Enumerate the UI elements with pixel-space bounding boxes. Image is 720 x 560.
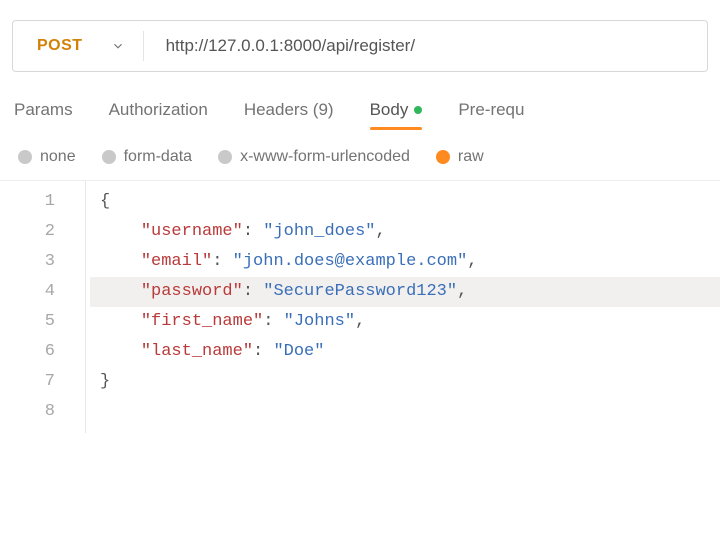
body-type-none[interactable]: none <box>18 148 76 166</box>
code-line: { <box>90 187 720 217</box>
body-type-form-data-label: form-data <box>124 148 192 166</box>
line-number: 1 <box>0 187 65 217</box>
http-method-select[interactable]: POST <box>13 21 143 71</box>
code-line: "last_name": "Doe" <box>90 337 720 367</box>
line-number: 2 <box>0 217 65 247</box>
radio-dot-icon <box>18 150 32 164</box>
code-editor[interactable]: 1 2 3 4 5 6 7 8 { "username": "john_does… <box>0 180 720 433</box>
radio-dot-icon <box>436 150 450 164</box>
body-type-urlencoded-label: x-www-form-urlencoded <box>240 148 410 166</box>
line-number: 6 <box>0 337 65 367</box>
tab-body[interactable]: Body <box>370 100 423 130</box>
tab-prerequest[interactable]: Pre-requ <box>458 100 524 130</box>
code-line <box>90 397 720 427</box>
line-number: 4 <box>0 277 65 307</box>
line-number: 8 <box>0 397 65 427</box>
code-line: "password": "SecurePassword123", <box>90 277 720 307</box>
tab-headers[interactable]: Headers (9) <box>244 100 334 130</box>
body-type-urlencoded[interactable]: x-www-form-urlencoded <box>218 148 410 166</box>
body-active-dot-icon <box>414 106 422 114</box>
tab-authorization[interactable]: Authorization <box>109 100 208 130</box>
line-number: 5 <box>0 307 65 337</box>
code-line: "first_name": "Johns", <box>90 307 720 337</box>
radio-dot-icon <box>218 150 232 164</box>
body-type-radios: none form-data x-www-form-urlencoded raw <box>0 130 720 180</box>
tab-body-label: Body <box>370 100 409 119</box>
body-type-raw-label: raw <box>458 148 484 166</box>
line-number: 3 <box>0 247 65 277</box>
url-input[interactable]: http://127.0.0.1:8000/api/register/ <box>144 21 707 71</box>
request-bar: POST http://127.0.0.1:8000/api/register/ <box>12 20 708 72</box>
body-type-form-data[interactable]: form-data <box>102 148 192 166</box>
body-type-none-label: none <box>40 148 76 166</box>
chevron-down-icon <box>111 39 125 53</box>
radio-dot-icon <box>102 150 116 164</box>
tab-params[interactable]: Params <box>14 100 73 130</box>
code-line: "email": "john.does@example.com", <box>90 247 720 277</box>
request-tabs: Params Authorization Headers (9) Body Pr… <box>0 82 720 130</box>
line-gutter: 1 2 3 4 5 6 7 8 <box>0 181 86 433</box>
body-type-raw[interactable]: raw <box>436 148 484 166</box>
code-line: } <box>90 367 720 397</box>
code-line: "username": "john_does", <box>90 217 720 247</box>
code-content[interactable]: { "username": "john_does", "email": "joh… <box>86 181 720 433</box>
line-number: 7 <box>0 367 65 397</box>
http-method-label: POST <box>37 37 83 55</box>
